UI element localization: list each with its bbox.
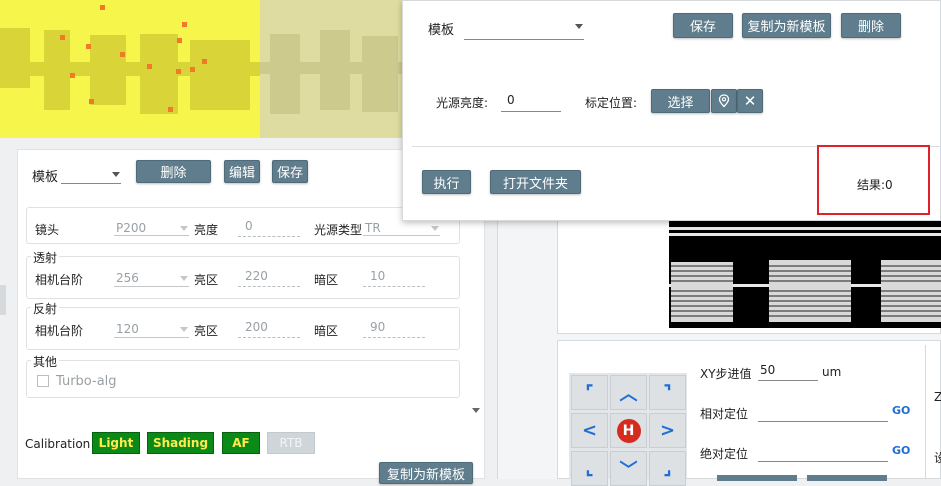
chevron-down-icon [575, 24, 583, 29]
left-template-label: 模板 [32, 170, 59, 185]
turbo-checkbox[interactable] [37, 375, 49, 387]
left-save-button[interactable]: 保存 [272, 160, 308, 183]
reflection-stage-line [114, 322, 189, 338]
calibration-rtb-button: RTB [267, 432, 315, 454]
select-position-button[interactable]: 选择 [651, 89, 710, 113]
open-folder-button[interactable]: 打开文件夹 [490, 170, 581, 194]
reflection-stage-label: 相机台阶 [35, 324, 84, 338]
location-pin-icon [718, 94, 730, 108]
reflection-dark-line [363, 322, 425, 338]
nav-up-button[interactable]: ︿ [610, 375, 647, 410]
absolute-position-label: 绝对定位 [700, 447, 749, 461]
chevron-down-icon [112, 172, 120, 177]
chevron-down-icon [431, 226, 439, 231]
calibration-light-button[interactable]: Light [92, 432, 140, 454]
close-icon: ✕ [743, 92, 757, 110]
relative-go-button[interactable]: GO [892, 404, 910, 417]
lens-label: 镜头 [35, 223, 60, 237]
absolute-position-input[interactable] [758, 442, 888, 462]
left-copy-template-button[interactable]: 复制为新模板 [379, 462, 473, 484]
xy-step-unit: um [822, 365, 842, 379]
calibration-label: Calibration [25, 437, 91, 451]
transmission-stage-label: 相机台阶 [35, 273, 84, 287]
relative-position-label: 相对定位 [700, 407, 749, 421]
calibration-af-button[interactable]: AF [222, 432, 260, 454]
chevron-down-icon [180, 226, 188, 231]
home-icon: H [616, 418, 641, 443]
nav-up-right-button[interactable]: ⌝ [649, 375, 686, 410]
dialog-template-select[interactable] [464, 18, 584, 40]
transmission-dark-line [363, 271, 425, 287]
clear-position-button[interactable]: ✕ [737, 89, 763, 113]
xy-step-label: XY步进值 [700, 367, 752, 381]
transmission-dark-label: 暗区 [314, 273, 339, 287]
camera-image-graphic [0, 0, 402, 138]
location-pin-button[interactable] [711, 89, 737, 113]
right-edge-label-z: Z [934, 390, 941, 404]
nav-down-left-button[interactable]: ⌞ [571, 451, 608, 486]
nav-up-left-button[interactable]: ⌜ [571, 375, 608, 410]
absolute-go-button[interactable]: GO [892, 444, 910, 457]
nav-down-right-button[interactable]: ⌟ [649, 451, 686, 486]
calib-position-label: 标定位置: [585, 96, 638, 110]
reflection-dark-label: 暗区 [314, 324, 339, 338]
right-edge-label-set: 设 [934, 451, 941, 465]
brightness-label: 亮度 [194, 223, 219, 237]
scroll-down-icon[interactable] [472, 408, 480, 413]
chevron-down-icon [180, 327, 188, 332]
motion-button-partial-2[interactable] [807, 475, 887, 481]
light-brightness-label: 光源亮度: [436, 96, 489, 110]
light-type-select-line [363, 220, 440, 236]
left-divider-strip [0, 285, 6, 315]
relative-position-input[interactable] [758, 402, 888, 422]
motion-divider [925, 345, 926, 479]
brightness-field-line [238, 221, 300, 237]
camera-image-yellow [0, 0, 402, 138]
other-title: 其他 [31, 353, 60, 370]
light-type-label: 光源类型 [314, 223, 363, 237]
dialog-save-button[interactable]: 保存 [673, 13, 733, 38]
dialog-copy-template-button[interactable]: 复制为新模板 [742, 13, 831, 38]
dialog-delete-button[interactable]: 删除 [841, 13, 901, 38]
light-brightness-input[interactable] [501, 90, 561, 112]
turbo-label: Turbo-alg [56, 374, 117, 389]
transmission-title: 透射 [31, 249, 60, 266]
left-delete-button[interactable]: 删除 [136, 160, 211, 183]
reflection-bright-line [238, 322, 300, 338]
left-edit-button[interactable]: 编辑 [224, 160, 260, 183]
nav-home-button[interactable]: H [610, 413, 647, 448]
binary-image [669, 220, 941, 328]
result-text: 结果:0 [857, 178, 893, 192]
xy-step-input[interactable] [758, 362, 818, 381]
reflection-bright-label: 亮区 [194, 324, 219, 338]
reflection-title: 反射 [31, 300, 60, 317]
nav-left-button[interactable]: < [571, 413, 608, 448]
lens-select-line [114, 220, 189, 236]
transmission-bright-label: 亮区 [194, 273, 219, 287]
nav-down-button[interactable]: ﹀ [610, 451, 647, 486]
chevron-down-icon [180, 276, 188, 281]
calibration-shading-button[interactable]: Shading [147, 432, 214, 454]
transmission-stage-line [114, 271, 189, 287]
transmission-bright-line [238, 271, 300, 287]
dialog-template-label: 模板 [428, 23, 455, 38]
execute-button[interactable]: 执行 [422, 170, 471, 194]
motion-button-partial-1[interactable] [717, 475, 797, 481]
binary-image-graphic [669, 227, 941, 322]
nav-right-button[interactable]: > [649, 413, 686, 448]
